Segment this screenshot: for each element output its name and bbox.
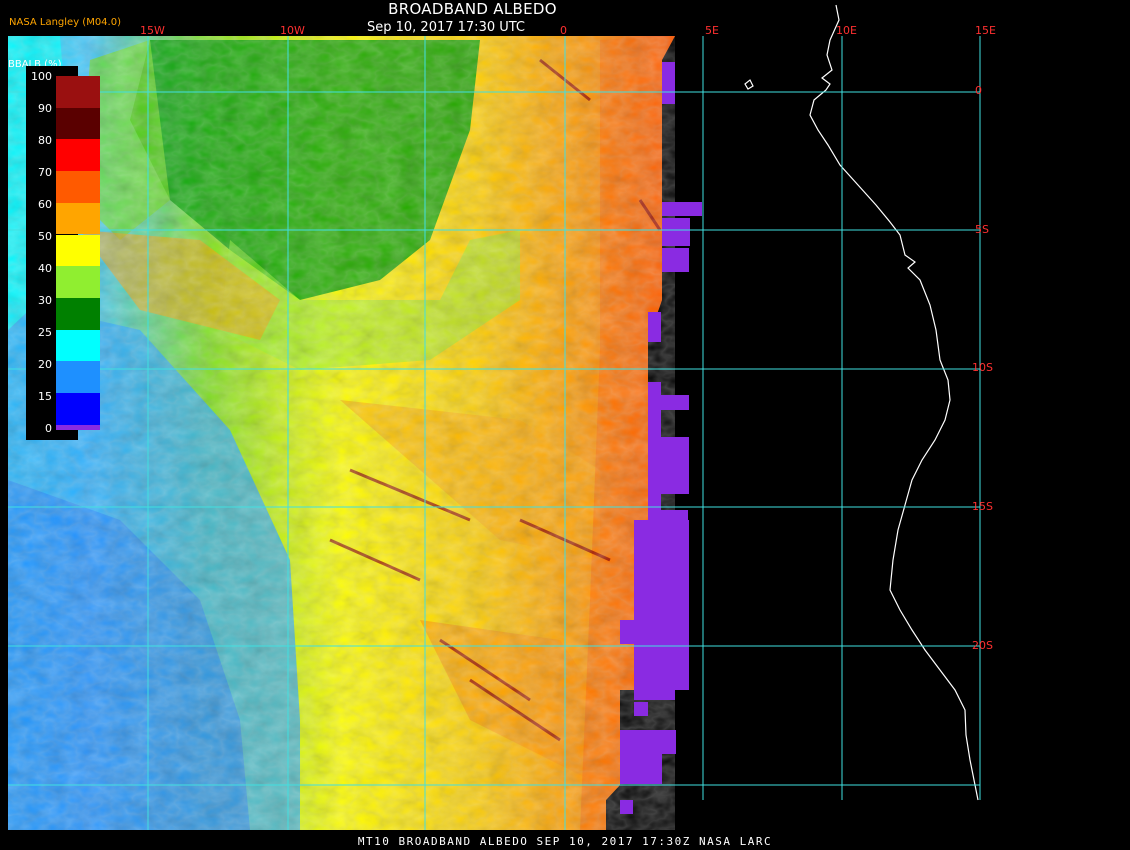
map-canvas bbox=[8, 4, 981, 830]
map-timestamp: Sep 10, 2017 17:30 UTC bbox=[366, 20, 526, 35]
legend-label: 70 bbox=[38, 166, 52, 179]
legend-swatch bbox=[56, 107, 100, 140]
legend-label: 90 bbox=[38, 102, 52, 115]
legend-swatch bbox=[56, 424, 100, 430]
albedo-swath bbox=[8, 36, 675, 830]
legend-label: 15 bbox=[38, 390, 52, 403]
lat-label-0: 0 bbox=[975, 84, 982, 97]
legend-label: 60 bbox=[38, 198, 52, 211]
legend-swatch bbox=[56, 171, 100, 203]
island-outline bbox=[744, 79, 754, 90]
africa-coastline bbox=[809, 4, 979, 801]
legend-swatch bbox=[56, 139, 100, 172]
legend-label: 80 bbox=[38, 134, 52, 147]
legend-label: 30 bbox=[38, 294, 52, 307]
lon-label-15e: 15E bbox=[975, 24, 996, 37]
legend-swatch bbox=[56, 234, 100, 267]
lat-label-5s: 5S bbox=[975, 223, 989, 236]
legend-swatch bbox=[56, 202, 100, 235]
lat-label-20s: 20S bbox=[972, 639, 993, 652]
legend-swatch bbox=[56, 329, 100, 362]
color-legend: 100 90 80 70 60 50 40 30 25 20 15 0 bbox=[26, 66, 100, 440]
legend-label: 40 bbox=[38, 262, 52, 275]
legend-swatch bbox=[56, 297, 100, 330]
legend-label: 25 bbox=[38, 326, 52, 339]
legend-label: 0 bbox=[45, 422, 52, 435]
legend-label: 20 bbox=[38, 358, 52, 371]
legend-label: 100 bbox=[31, 70, 52, 83]
legend-swatch bbox=[56, 266, 100, 298]
producer-credit: NASA Langley (M04.0) bbox=[9, 17, 121, 28]
legend-swatch bbox=[56, 361, 100, 393]
legend-label: 50 bbox=[38, 230, 52, 243]
lat-label-15s: 15S bbox=[972, 500, 993, 513]
legend-swatch bbox=[56, 76, 100, 108]
map-title: BROADBAND ALBEDO bbox=[388, 0, 557, 18]
footer-caption: MT10 BROADBAND ALBEDO SEP 10, 2017 17:30… bbox=[357, 835, 773, 848]
legend-swatch bbox=[56, 393, 100, 425]
lat-label-10s: 10S bbox=[972, 361, 993, 374]
